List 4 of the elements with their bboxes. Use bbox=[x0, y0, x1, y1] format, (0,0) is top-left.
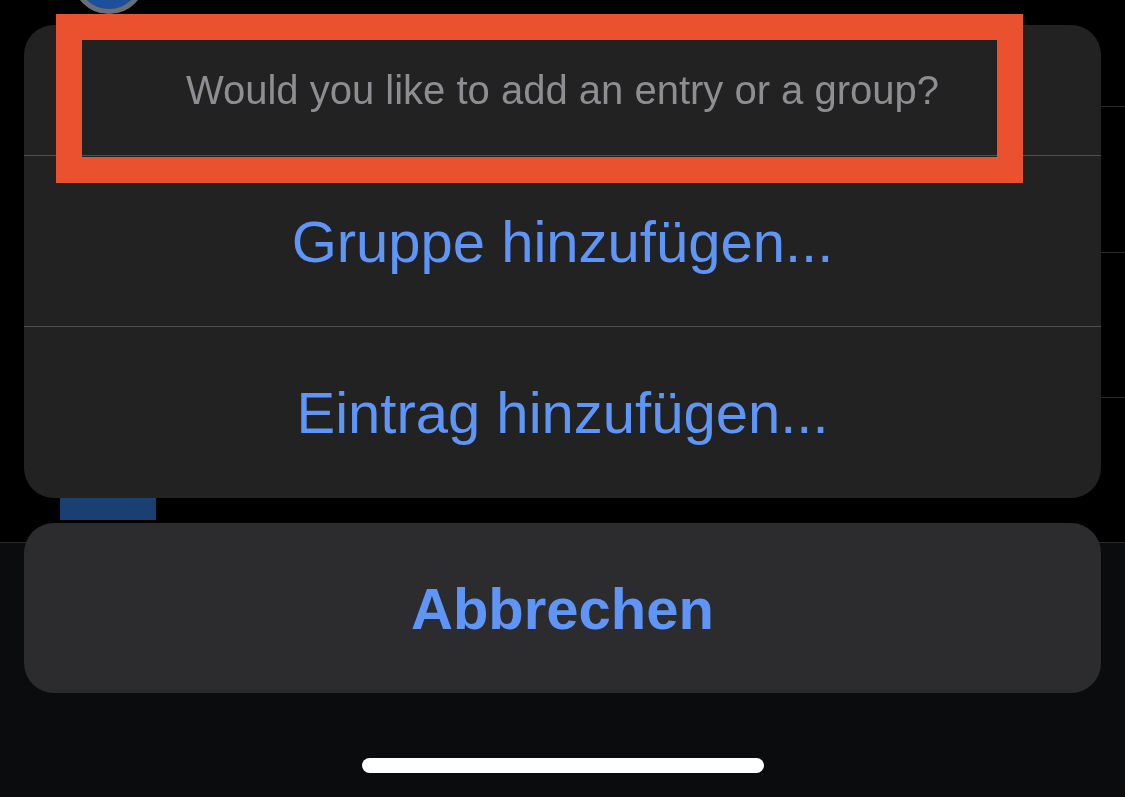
sheet-title: Would you like to add an entry or a group? bbox=[185, 67, 940, 114]
add-group-button[interactable]: Gruppe hinzufügen... bbox=[24, 156, 1101, 327]
cancel-button[interactable]: Abbrechen bbox=[24, 523, 1101, 693]
add-entry-button[interactable]: Eintrag hinzufügen... bbox=[24, 327, 1101, 498]
